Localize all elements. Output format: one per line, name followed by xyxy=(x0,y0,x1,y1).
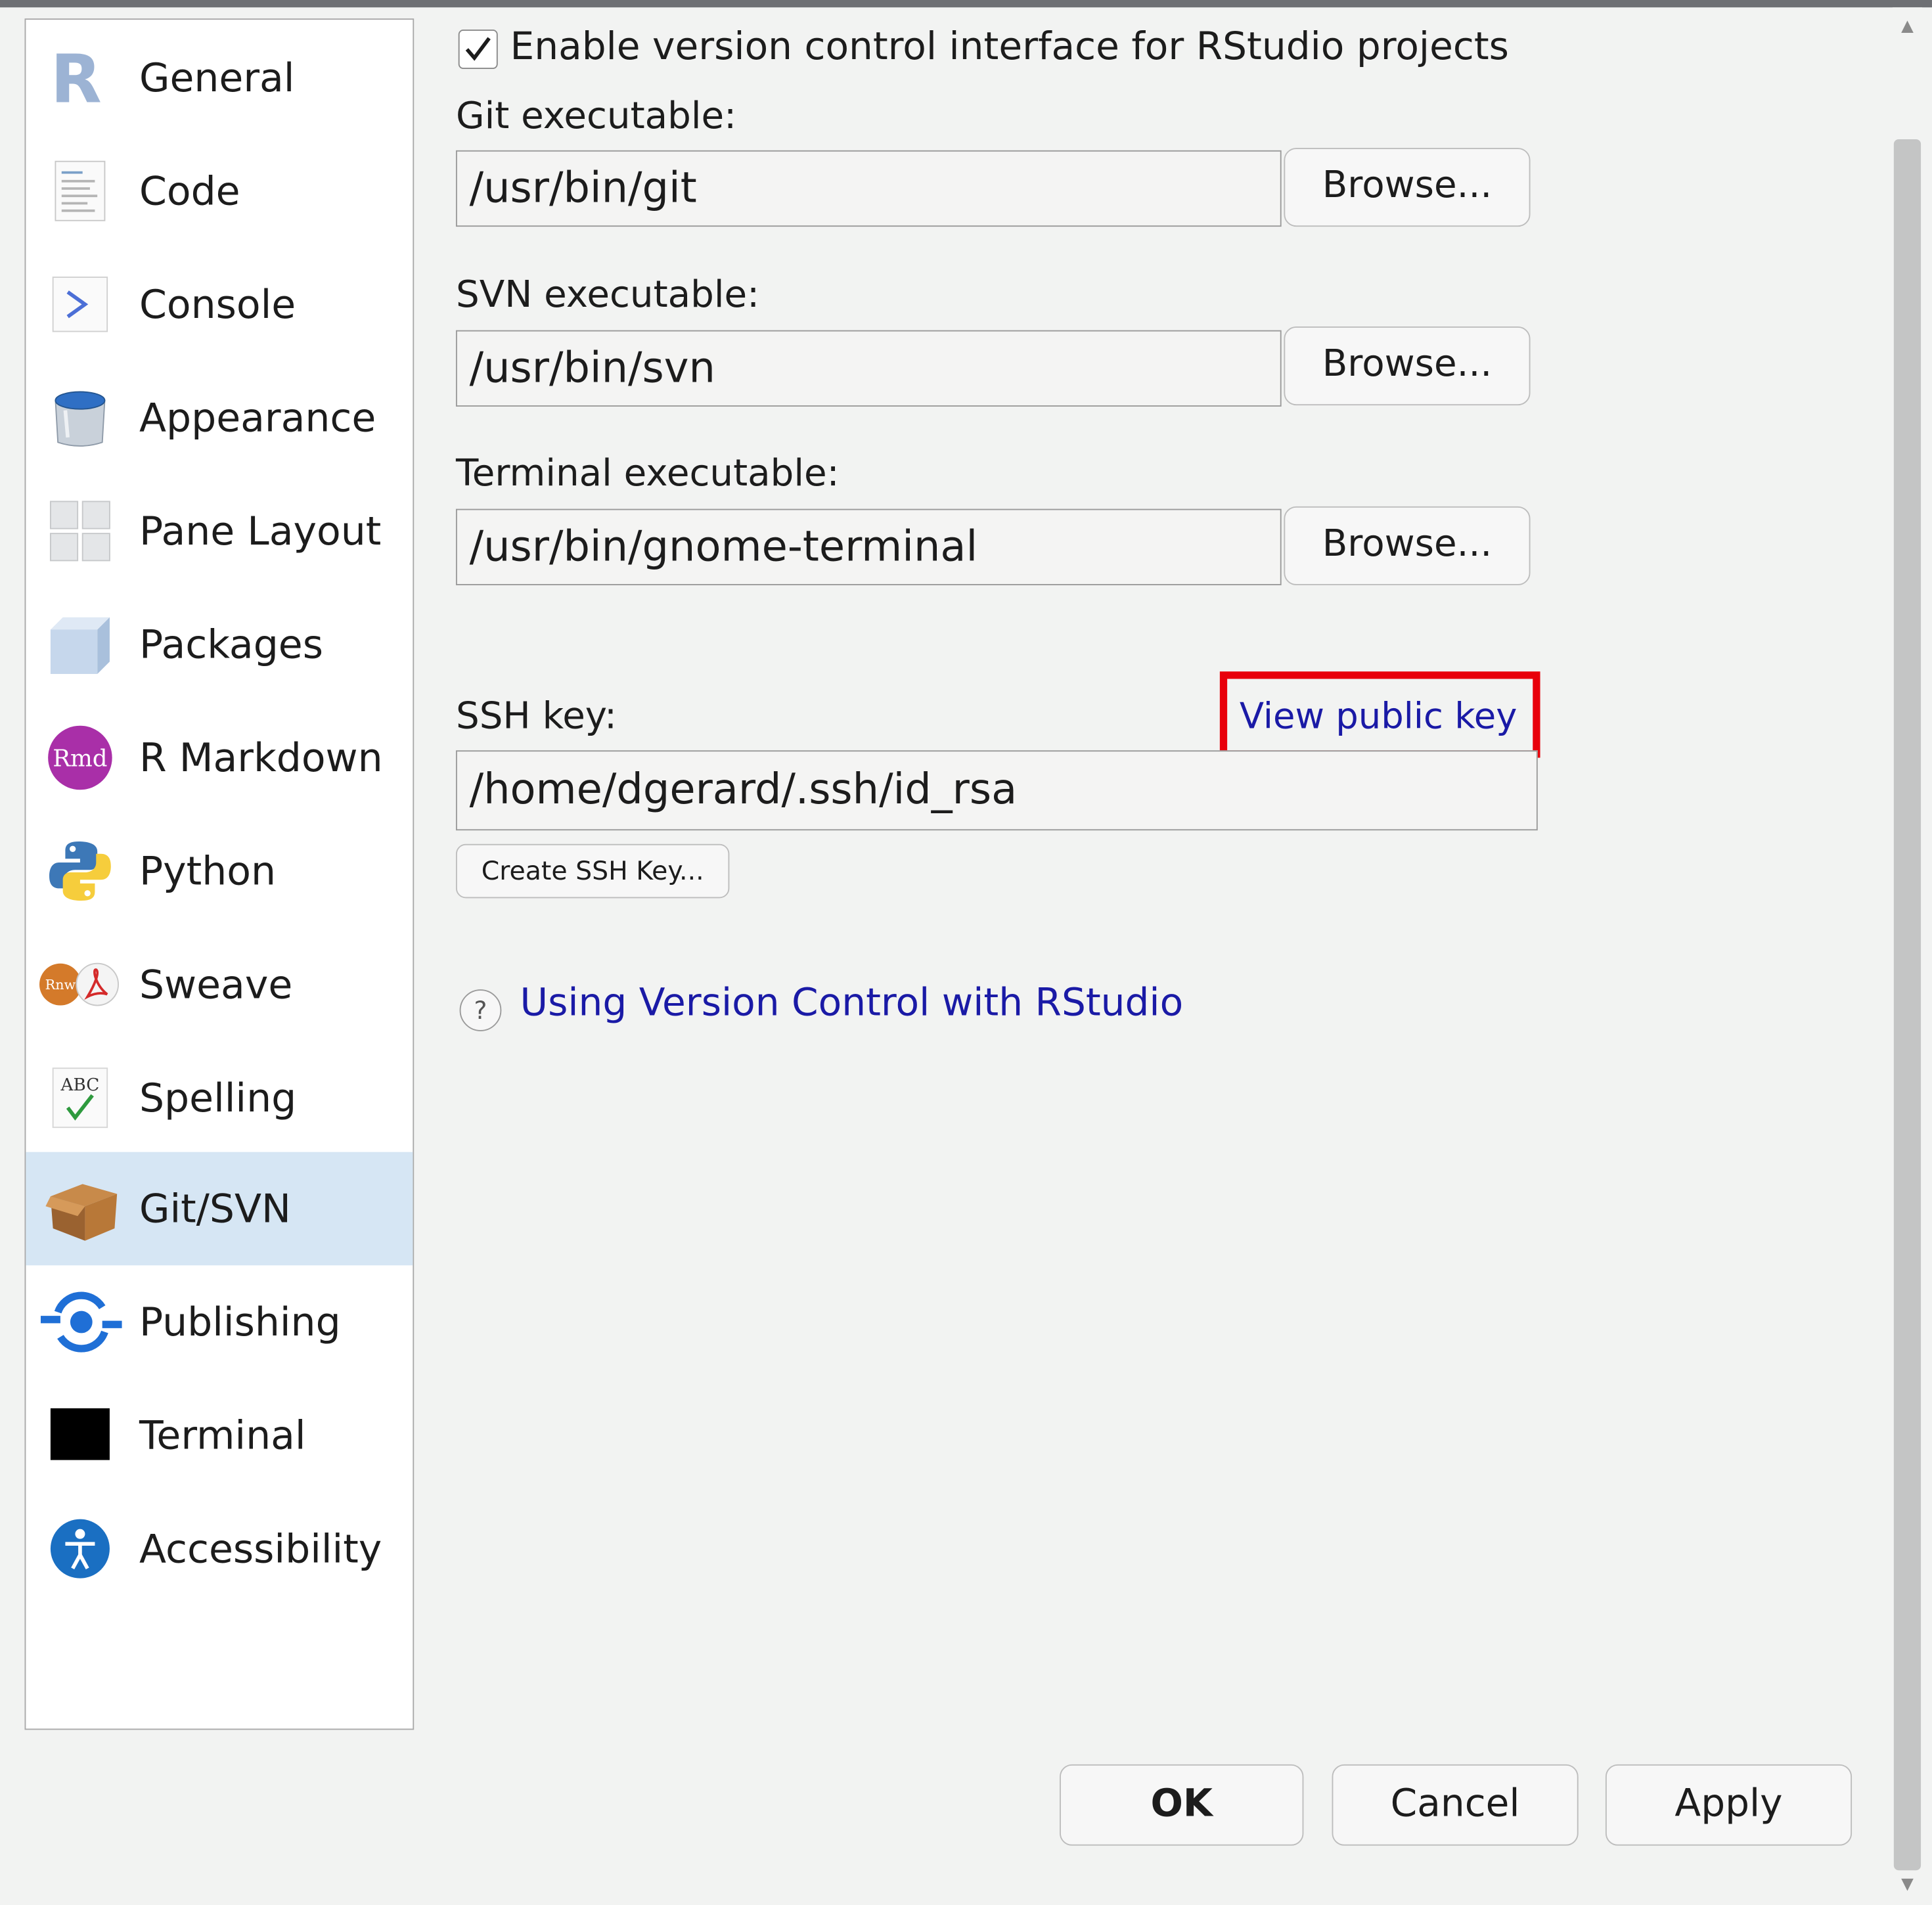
svn-browse-button[interactable]: Browse... xyxy=(1284,326,1531,406)
sidebar-item-label: Appearance xyxy=(139,394,376,441)
sidebar-item-packages[interactable]: Packages xyxy=(26,588,413,702)
help-icon: ? xyxy=(459,989,502,1031)
svn-executable-field[interactable]: /usr/bin/svn xyxy=(455,330,1282,407)
sidebar-item-label: Console xyxy=(139,280,296,328)
sidebar-item-label: R Markdown xyxy=(139,734,383,782)
console-prompt-icon xyxy=(45,270,114,339)
git-browse-button[interactable]: Browse... xyxy=(1284,148,1531,227)
terminal-executable-field[interactable]: /usr/bin/gnome-terminal xyxy=(455,508,1282,585)
publishing-icon xyxy=(40,1288,122,1356)
sidebar-item-terminal[interactable]: Terminal xyxy=(26,1379,413,1492)
sidebar-item-general[interactable]: R General xyxy=(26,21,413,135)
sidebar-item-r-markdown[interactable]: Rmd R Markdown xyxy=(26,701,413,815)
options-dialog: R General Code Console Appearance Pane L… xyxy=(0,0,1932,1905)
sidebar-item-code[interactable]: Code xyxy=(26,134,413,248)
sidebar-item-label: Python xyxy=(139,847,276,895)
r-logo-icon: R xyxy=(45,41,114,118)
python-logo-icon xyxy=(45,837,114,906)
view-public-key-link[interactable]: View public key xyxy=(1240,695,1517,737)
sidebar-item-label: Packages xyxy=(139,621,323,668)
rmd-icon: Rmd xyxy=(45,723,114,792)
svg-text:Rnw: Rnw xyxy=(45,977,76,993)
cancel-button[interactable]: Cancel xyxy=(1332,1764,1579,1846)
sidebar-item-sweave[interactable]: Rnw Sweave xyxy=(26,928,413,1041)
terminal-executable-label: Terminal executable: xyxy=(455,452,840,496)
accessibility-icon xyxy=(45,1514,114,1583)
create-ssh-key-button[interactable]: Create SSH Key... xyxy=(455,843,730,899)
sidebar-item-label: Sweave xyxy=(139,960,293,1008)
package-box-icon xyxy=(45,610,114,679)
sidebar-item-label: Terminal xyxy=(139,1412,306,1459)
enable-vcs-label[interactable]: Enable version control interface for RSt… xyxy=(510,25,1509,70)
window-top-edge xyxy=(0,0,1932,8)
options-sidebar: R General Code Console Appearance Pane L… xyxy=(24,18,415,1730)
spelling-abc-icon: ABC xyxy=(45,1064,114,1132)
code-document-icon xyxy=(45,156,114,225)
ssh-key-field[interactable]: /home/dgerard/.ssh/id_rsa xyxy=(455,750,1538,831)
sidebar-item-console[interactable]: Console xyxy=(26,248,413,361)
checkmark-icon xyxy=(465,37,491,61)
scroll-up-icon[interactable]: ▲ xyxy=(1897,17,1917,37)
apply-button[interactable]: Apply xyxy=(1605,1764,1853,1846)
sidebar-item-publishing[interactable]: Publishing xyxy=(26,1265,413,1379)
git-executable-label: Git executable: xyxy=(455,95,737,139)
sidebar-item-accessibility[interactable]: Accessibility xyxy=(26,1492,413,1605)
sidebar-item-git-svn[interactable]: Git/SVN xyxy=(26,1152,413,1266)
git-executable-field[interactable]: /usr/bin/git xyxy=(455,150,1282,227)
sidebar-item-label: Pane Layout xyxy=(139,507,382,555)
pane-grid-icon xyxy=(45,497,114,566)
sidebar-item-label: Git/SVN xyxy=(139,1185,291,1232)
enable-vcs-checkbox[interactable] xyxy=(458,30,498,70)
sidebar-item-label: General xyxy=(139,54,295,101)
version-control-help-link[interactable]: Using Version Control with RStudio xyxy=(520,981,1184,1025)
sidebar-item-label: Accessibility xyxy=(139,1525,382,1573)
sidebar-item-spelling[interactable]: ABC Spelling xyxy=(26,1041,413,1155)
terminal-icon xyxy=(45,1401,114,1470)
svn-executable-label: SVN executable: xyxy=(455,273,760,317)
git-box-icon xyxy=(45,1174,118,1243)
sidebar-item-appearance[interactable]: Appearance xyxy=(26,361,413,475)
ssh-key-label: SSH key: xyxy=(455,694,617,738)
scrollbar-thumb[interactable] xyxy=(1893,139,1921,1871)
svg-text:Rmd: Rmd xyxy=(53,746,107,773)
svg-text:R: R xyxy=(51,43,102,112)
sidebar-item-label: Publishing xyxy=(139,1298,341,1346)
svg-text:ABC: ABC xyxy=(60,1075,100,1095)
scroll-down-icon[interactable]: ▼ xyxy=(1897,1875,1917,1895)
terminal-browse-button[interactable]: Browse... xyxy=(1284,506,1531,585)
paint-bucket-icon xyxy=(45,383,114,452)
sidebar-item-label: Code xyxy=(139,168,240,215)
sidebar-item-pane-layout[interactable]: Pane Layout xyxy=(26,474,413,588)
sweave-pdf-icon: Rnw xyxy=(38,950,122,1019)
ok-button[interactable]: OK xyxy=(1060,1764,1304,1846)
sidebar-item-python[interactable]: Python xyxy=(26,815,413,928)
sidebar-item-label: Spelling xyxy=(139,1074,297,1121)
